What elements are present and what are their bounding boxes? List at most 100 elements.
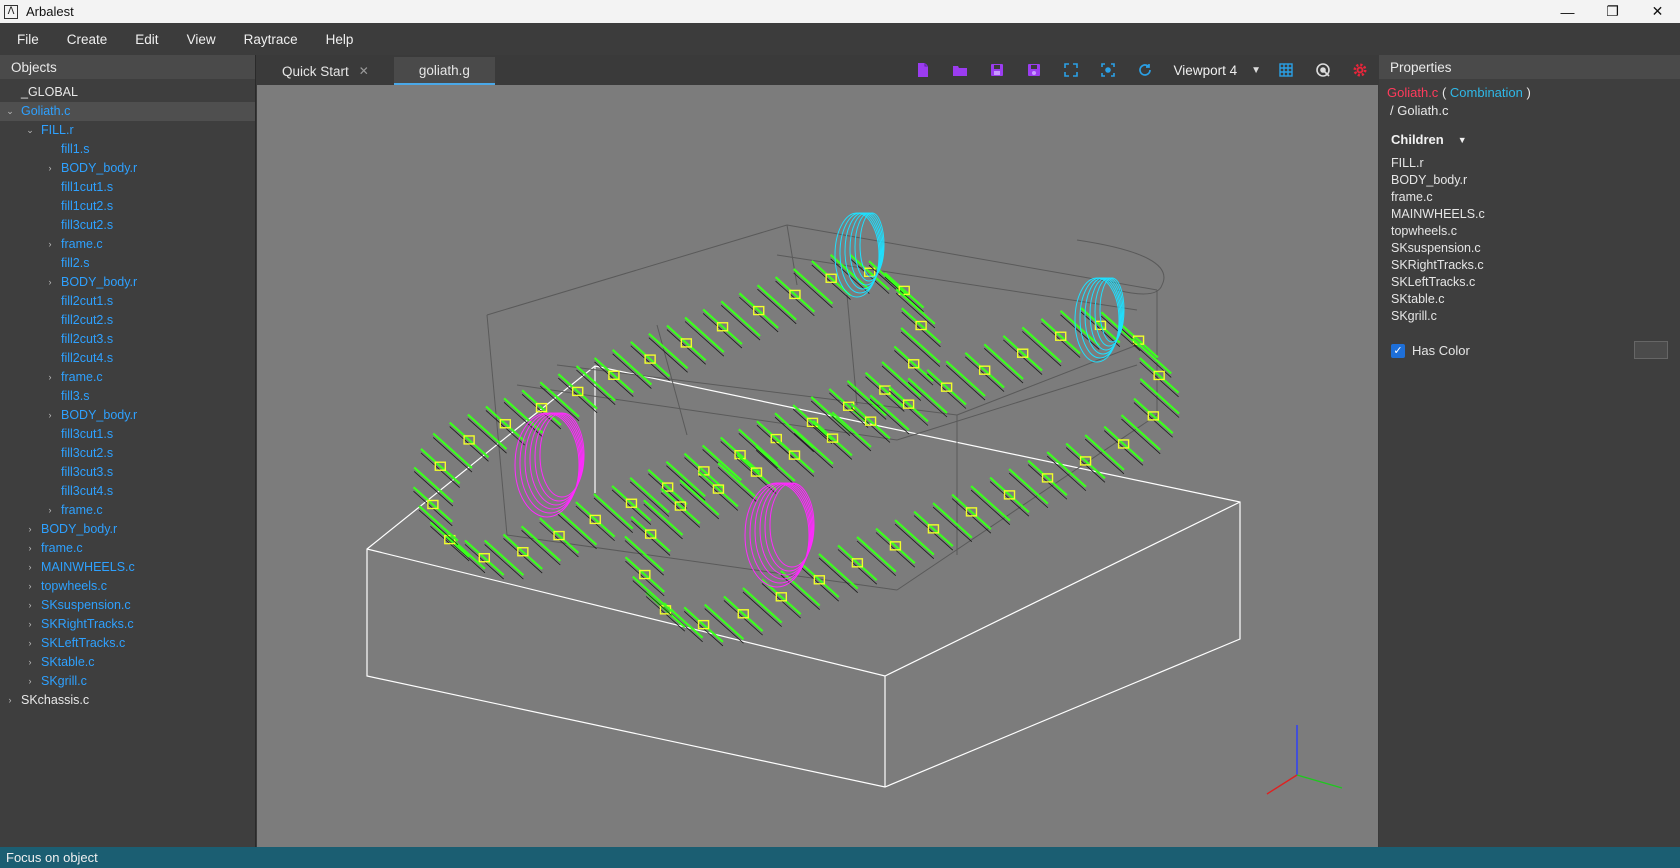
chevron-right-icon[interactable]: › [24,672,36,691]
tree-node[interactable]: › SKtable.c [0,653,255,672]
track-link-shadow [432,437,473,473]
tab-goliath[interactable]: goliath.g [393,57,495,85]
save-icon[interactable] [979,55,1016,85]
tree-node[interactable]: fill3cut2.s [0,216,255,235]
chevron-down-icon[interactable]: ▼ [1458,135,1467,145]
maximize-button[interactable]: ❐ [1590,0,1635,23]
chevron-down-icon[interactable]: ⌄ [24,121,36,140]
chevron-right-icon[interactable]: › [24,520,36,539]
save-as-icon[interactable] [1016,55,1053,85]
wheel-ring [769,482,815,568]
tree-node[interactable]: ⌄ FILL.r [0,121,255,140]
tree-node[interactable]: › BODY_body.r [0,159,255,178]
chevron-right-icon[interactable]: › [24,615,36,634]
chevron-right-icon[interactable]: › [44,368,56,387]
fit-view-icon[interactable] [1053,55,1090,85]
has-color-checkbox[interactable]: ✓ [1391,343,1405,358]
reset-view-icon[interactable] [1127,55,1164,85]
new-file-icon[interactable] [905,55,942,85]
close-tab-icon[interactable]: ✕ [359,64,369,78]
tree-node[interactable]: fill2cut4.s [0,349,255,368]
child-item[interactable]: SKRightTracks.c [1391,257,1672,274]
chevron-right-icon[interactable]: › [24,634,36,653]
chevron-down-icon[interactable]: ⌄ [4,102,16,121]
chevron-right-icon[interactable]: › [24,577,36,596]
chevron-right-icon[interactable]: › [24,558,36,577]
tree-node[interactable]: fill3cut1.s [0,425,255,444]
tree-node[interactable]: fill1cut1.s [0,178,255,197]
chevron-right-icon[interactable]: › [44,406,56,425]
child-item[interactable]: SKLeftTracks.c [1391,274,1672,291]
tree-node-label: Goliath.c [21,104,71,118]
tree-node[interactable]: fill2cut1.s [0,292,255,311]
tree-node[interactable]: › SKRightTracks.c [0,615,255,634]
child-item[interactable]: SKgrill.c [1391,308,1672,325]
tree-node[interactable]: › BODY_body.r [0,406,255,425]
viewport-select[interactable]: Viewport 4 ▼ [1164,63,1267,78]
child-item[interactable]: frame.c [1391,189,1672,206]
tree-node[interactable]: › BODY_body.r [0,520,255,539]
tree-node[interactable]: › SKsuspension.c [0,596,255,615]
menu-edit[interactable]: Edit [121,32,172,47]
tree-node[interactable]: fill2.s [0,254,255,273]
track-link-shadow [1132,342,1172,378]
menu-help[interactable]: Help [312,32,368,47]
tree-node[interactable]: › SKLeftTracks.c [0,634,255,653]
tree-node[interactable]: fill1.s [0,140,255,159]
tree-node[interactable]: › BODY_body.r [0,273,255,292]
tab-quick-start-label: Quick Start [282,63,349,79]
chevron-right-icon[interactable]: › [4,691,16,710]
menu-create[interactable]: Create [53,32,122,47]
children-section-header[interactable]: Children ▼ [1387,132,1672,147]
child-item[interactable]: SKtable.c [1391,291,1672,308]
tree-node[interactable]: › SKchassis.c [0,691,255,710]
tree-node[interactable]: › frame.c [0,235,255,254]
tree-node[interactable]: › SKgrill.c [0,672,255,691]
tree-node[interactable]: › frame.c [0,368,255,387]
tree-node[interactable]: fill3cut4.s [0,482,255,501]
3d-viewport[interactable] [257,85,1378,847]
chevron-right-icon[interactable]: › [44,159,56,178]
tab-quick-start[interactable]: Quick Start ✕ [257,57,394,85]
raytrace-icon[interactable] [1304,55,1341,85]
tree-node[interactable]: ⌄ Goliath.c [0,102,255,121]
tree-node[interactable]: fill2cut2.s [0,311,255,330]
tree-node-label: fill2cut2.s [61,313,114,327]
chevron-right-icon[interactable]: › [24,539,36,558]
minimize-button[interactable]: — [1545,0,1590,23]
child-item[interactable]: BODY_body.r [1391,172,1672,189]
child-item[interactable]: topwheels.c [1391,223,1672,240]
object-path: / Goliath.c [1390,103,1449,118]
tree-node[interactable]: _GLOBAL [0,83,255,102]
open-folder-icon[interactable] [942,55,979,85]
chevron-right-icon[interactable]: › [24,596,36,615]
chevron-right-icon[interactable]: › [44,273,56,292]
color-swatch-button[interactable] [1634,341,1668,359]
chevron-right-icon[interactable]: › [44,501,56,520]
menu-raytrace[interactable]: Raytrace [230,32,312,47]
tree-node-label: BODY_body.r [61,275,138,289]
gear-icon[interactable] [1341,55,1378,85]
menu-view[interactable]: View [173,32,230,47]
child-item[interactable]: FILL.r [1391,155,1672,172]
chassis-edge [486,224,788,316]
tree-node[interactable]: fill3cut3.s [0,463,255,482]
child-item[interactable]: MAINWHEELS.c [1391,206,1672,223]
child-item[interactable]: SKsuspension.c [1391,240,1672,257]
chevron-right-icon[interactable]: › [24,653,36,672]
tree-node[interactable]: › frame.c [0,501,255,520]
chevron-right-icon[interactable]: › [44,235,56,254]
tree-node[interactable]: › frame.c [0,539,255,558]
grid-layout-icon[interactable] [1267,55,1304,85]
tree-node[interactable]: fill3.s [0,387,255,406]
focus-object-icon[interactable] [1090,55,1127,85]
tree-node-label: fill3cut2.s [61,446,114,460]
menu-file[interactable]: File [0,32,53,47]
tree-node[interactable]: › MAINWHEELS.c [0,558,255,577]
tree-node[interactable]: › topwheels.c [0,577,255,596]
tree-node[interactable]: fill3cut2.s [0,444,255,463]
tree-node[interactable]: fill1cut2.s [0,197,255,216]
tree-node[interactable]: fill2cut3.s [0,330,255,349]
close-window-button[interactable]: ✕ [1635,0,1680,23]
object-name: Goliath.c [1387,85,1439,100]
